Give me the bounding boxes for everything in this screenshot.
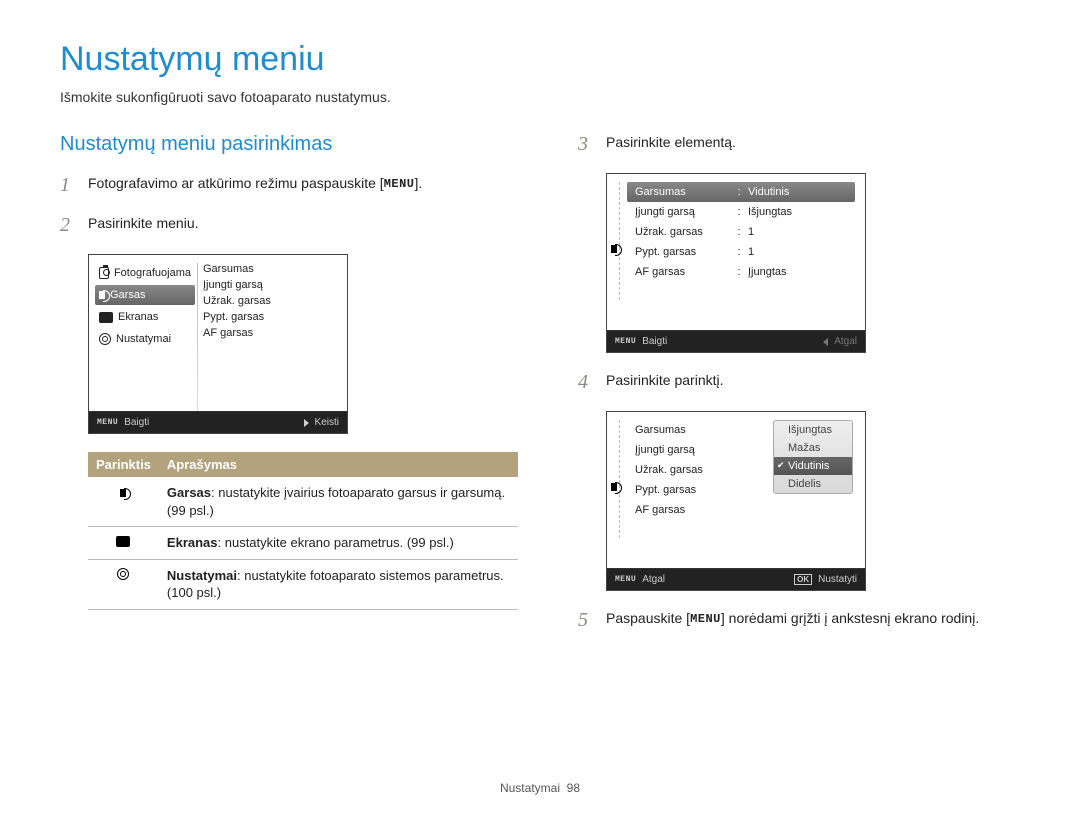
menu-label: MENU	[615, 337, 636, 346]
lcd-item-sound-selected: Garsas	[95, 285, 195, 305]
lcd-row-selected: Garsumas:Vidutinis	[627, 182, 855, 202]
lcd-footer: MENUBaigti Keisti	[89, 411, 347, 433]
dropdown-item: Išjungtas	[774, 421, 852, 439]
page-title: Nustatymų meniu	[60, 40, 1020, 79]
dropdown-item-selected: Vidutinis	[774, 457, 852, 475]
camera-icon	[99, 267, 109, 279]
lcd-option-select: Garsumas Įjungti garsą Užrak. garsas Pyp…	[606, 411, 866, 591]
step-3: 3 Pasirinkite elementą.	[578, 133, 1020, 155]
section-title: Nustatymų meniu pasirinkimas	[60, 133, 518, 156]
table-header-desc: Aprašymas	[159, 452, 518, 477]
right-column: 3 Pasirinkite elementą. Garsumas:Vidutin…	[578, 133, 1020, 649]
step-text: Paspauskite [MENU] norėdami grįžti į ank…	[606, 609, 979, 629]
step-text: Pasirinkite elementą.	[606, 133, 736, 153]
step-text: Pasirinkite meniu.	[88, 214, 199, 234]
speaker-icon	[99, 291, 105, 299]
options-table: Parinktis Aprašymas Garsas: nustatykite …	[88, 452, 518, 610]
step-number: 1	[60, 174, 78, 196]
step-number: 4	[578, 371, 596, 393]
step-4: 4 Pasirinkite parinktį.	[578, 371, 1020, 393]
lcd-row: AF garsas	[627, 500, 859, 520]
dropdown-item: Didelis	[774, 475, 852, 493]
step-number: 2	[60, 214, 78, 236]
arrow-right-icon	[304, 419, 309, 427]
step-5: 5 Paspauskite [MENU] norėdami grįžti į a…	[578, 609, 1020, 631]
step-2: 2 Pasirinkite meniu.	[60, 214, 518, 236]
gear-icon	[99, 333, 111, 345]
lcd-footer: MENUBaigti Atgal	[607, 330, 865, 352]
lcd-submenu: Garsumas Įjungti garsą Užrak. garsas Pyp…	[195, 263, 341, 407]
lcd-row: Užrak. garsas:1	[627, 222, 859, 242]
dropdown-item: Mažas	[774, 439, 852, 457]
step-number: 3	[578, 133, 596, 155]
arrow-left-icon	[823, 338, 828, 346]
lcd-footer: MENUAtgal OKNustatyti	[607, 568, 865, 590]
lcd-row: Įjungti garsą:Išjungtas	[627, 202, 859, 222]
speaker-icon	[611, 245, 617, 253]
lcd-row: AF garsas:Įjungtas	[627, 262, 859, 282]
step-text: Fotografavimo ar atkūrimo režimu paspaus…	[88, 174, 422, 194]
step-number: 5	[578, 609, 596, 631]
ok-label: OK	[794, 574, 812, 585]
lcd-category-list: Fotografuojama Garsas Ekranas Nustatymai	[95, 263, 195, 407]
menu-label: MENU	[615, 575, 636, 584]
page-footer: Nustatymai 98	[0, 781, 1080, 795]
table-row: Nustatymai: nustatykite fotoaparato sist…	[88, 559, 518, 609]
menu-label: MENU	[384, 177, 415, 191]
menu-label: MENU	[97, 418, 118, 427]
step-text: Pasirinkite parinktį.	[606, 371, 724, 391]
lcd-item-settings: Nustatymai	[95, 329, 195, 349]
gear-icon	[117, 568, 129, 580]
menu-label: MENU	[690, 612, 721, 626]
speaker-icon	[120, 489, 126, 497]
table-header-option: Parinktis	[88, 452, 159, 477]
lcd-element-select: Garsumas:Vidutinis Įjungti garsą:Išjungt…	[606, 173, 866, 353]
table-row: Ekranas: nustatykite ekrano parametrus. …	[88, 527, 518, 560]
screen-icon	[116, 536, 130, 547]
left-column: Nustatymų meniu pasirinkimas 1 Fotografa…	[60, 133, 518, 649]
step-1: 1 Fotografavimo ar atkūrimo režimu paspa…	[60, 174, 518, 196]
dropdown-popup: Išjungtas Mažas Vidutinis Didelis	[773, 420, 853, 494]
table-row: Garsas: nustatykite įvairius fotoaparato…	[88, 477, 518, 527]
lcd-item-display: Ekranas	[95, 307, 195, 327]
page-subtitle: Išmokite sukonfigūruoti savo fotoaparato…	[60, 89, 1020, 105]
screen-icon	[99, 312, 113, 323]
lcd-menu-select: Fotografuojama Garsas Ekranas Nustatymai…	[88, 254, 348, 434]
speaker-icon	[611, 483, 617, 491]
lcd-row: Pypt. garsas:1	[627, 242, 859, 262]
lcd-item-camera: Fotografuojama	[95, 263, 195, 283]
